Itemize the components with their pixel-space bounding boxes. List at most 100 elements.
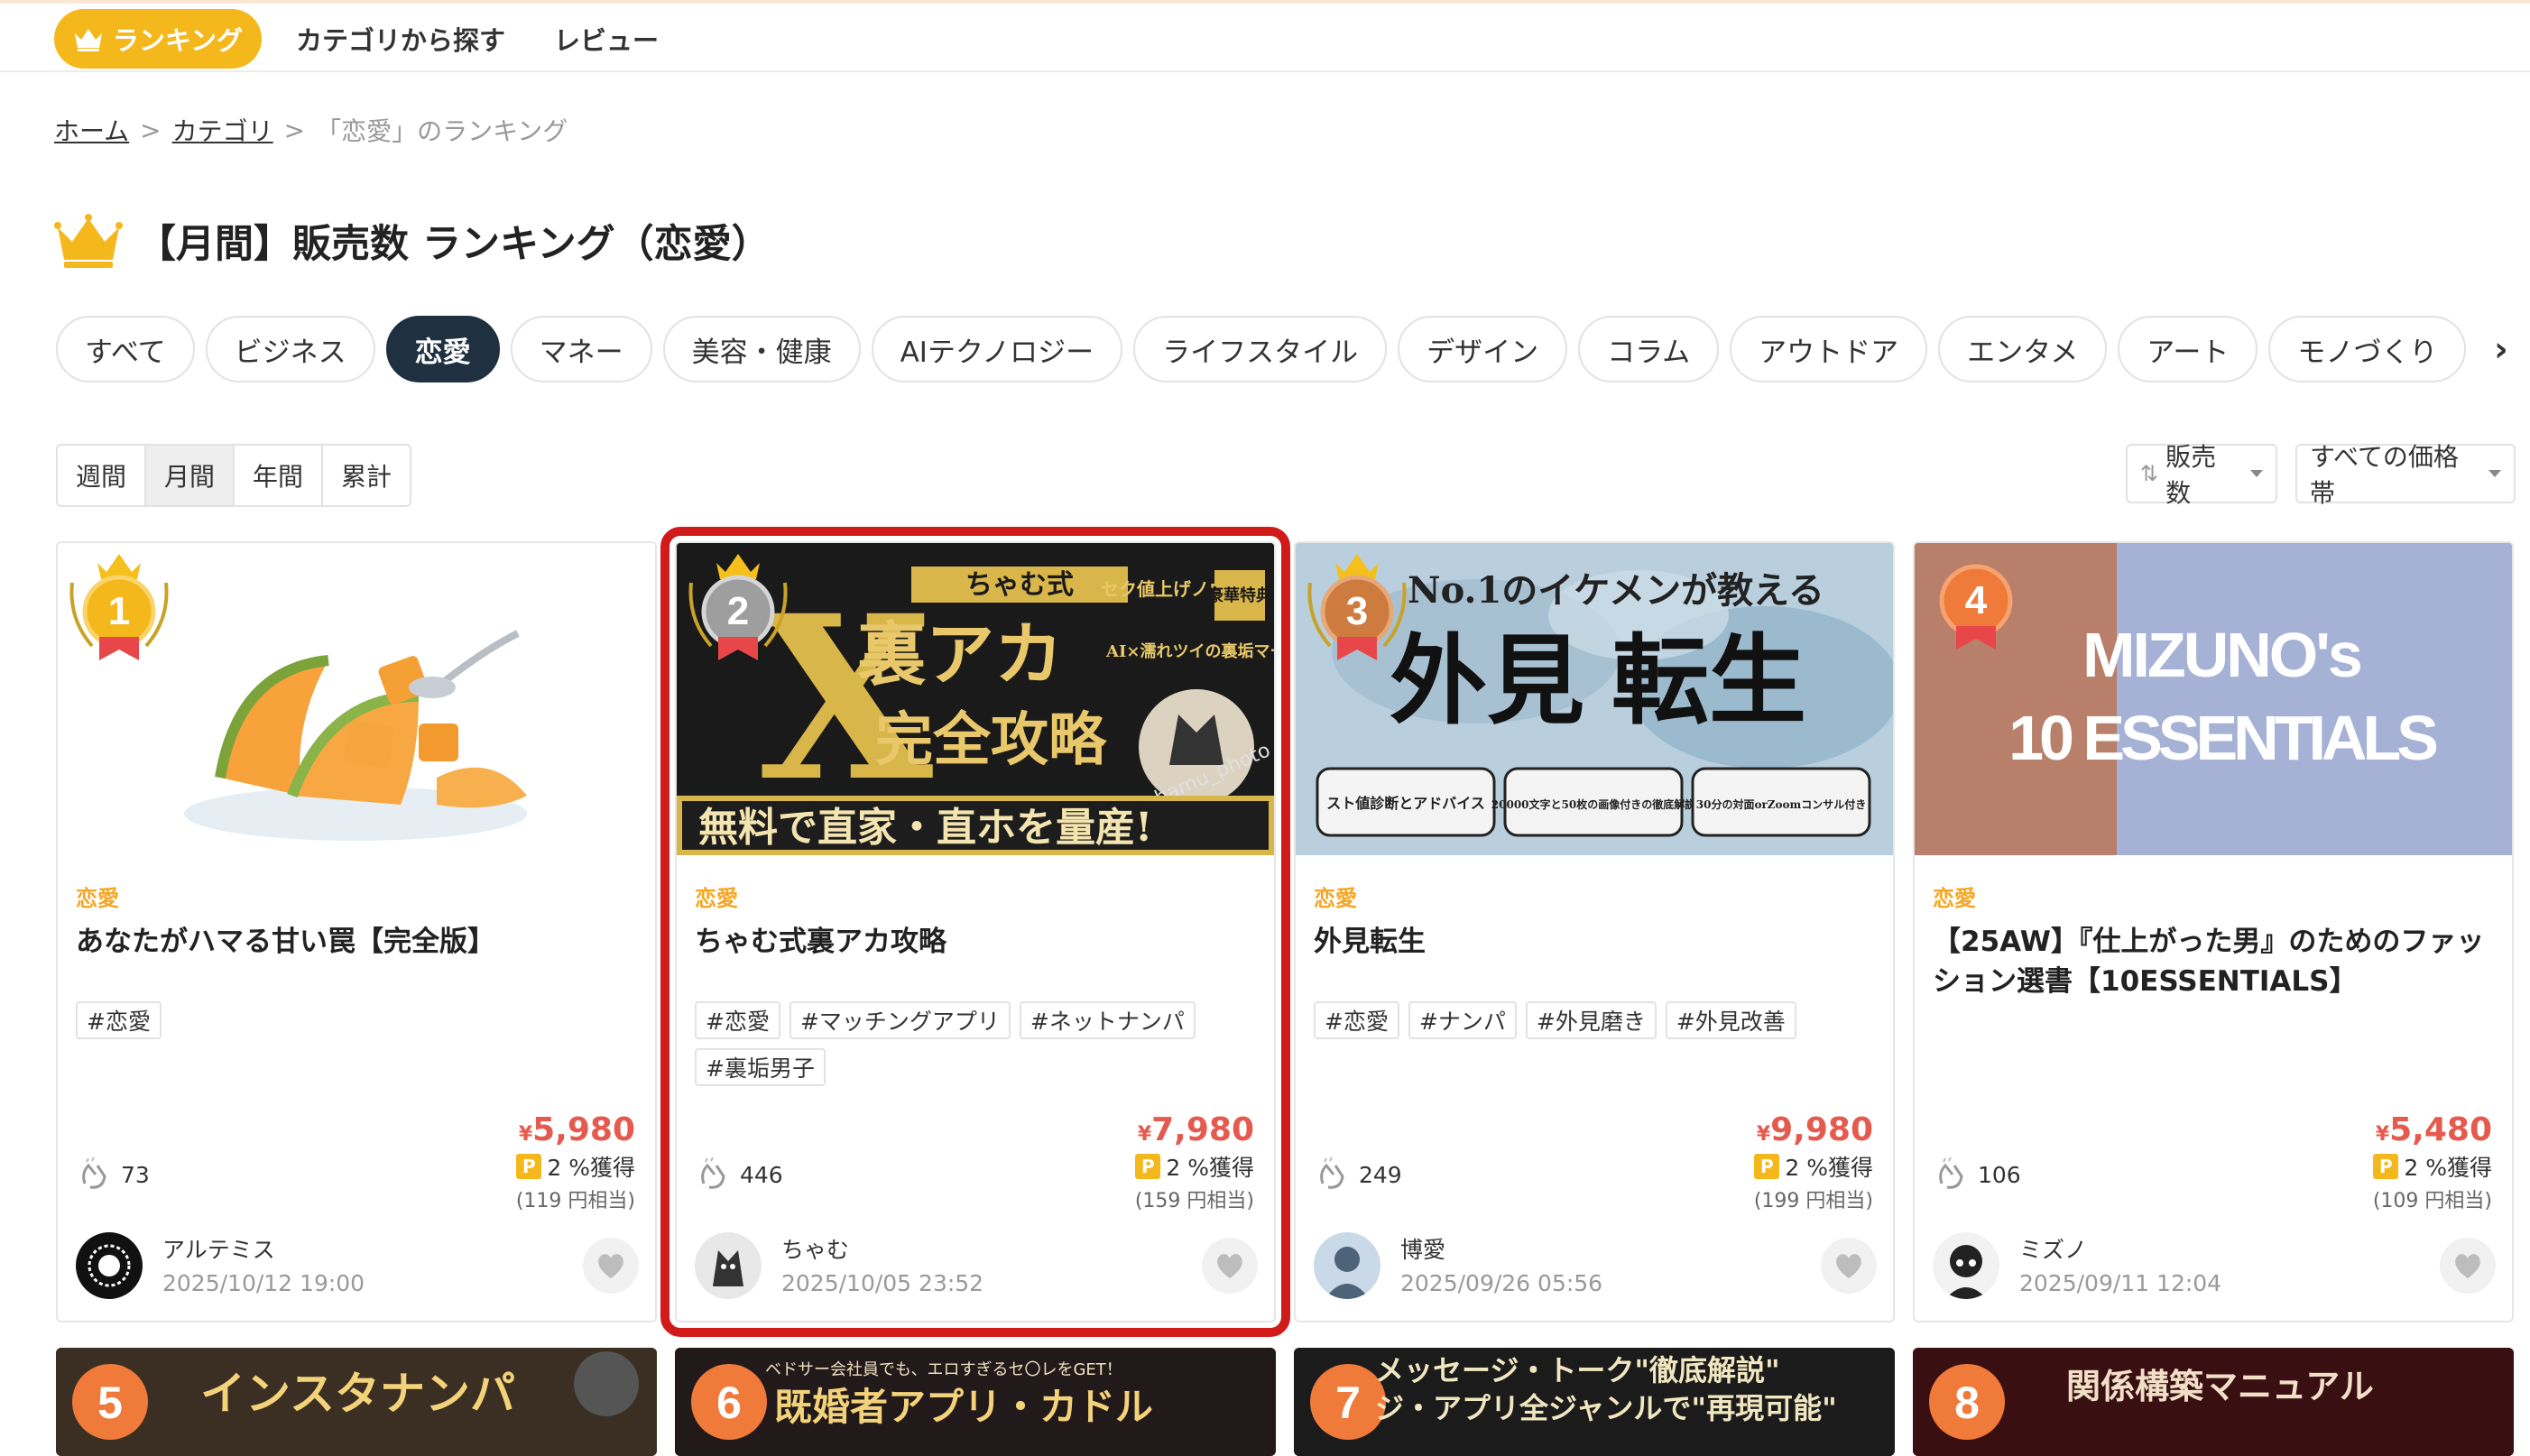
rank-badge: 4	[1922, 547, 2030, 673]
category-chip[interactable]: 美容・健康	[662, 316, 861, 382]
tag[interactable]: #ネットナンパ	[1019, 1001, 1196, 1039]
category-chip[interactable]: すべて	[56, 316, 195, 382]
tag[interactable]: #ナンパ	[1408, 1001, 1517, 1039]
card-title[interactable]: ちゃむ式裏アカ攻略	[695, 922, 1254, 962]
product-card[interactable]: ベドサー会社員でも、エロすぎるセ〇レをGET！ 6 既婚者アプリ・カドル	[675, 1348, 1276, 1456]
card-title[interactable]: 【25AW】『仕上がった男』のためのファッション選書【10ESSENTIALS】	[1933, 922, 2492, 1001]
card-category[interactable]: 恋愛	[76, 880, 119, 912]
heart-icon	[1836, 1254, 1861, 1278]
category-chip[interactable]: コラム	[1578, 316, 1720, 382]
card-category[interactable]: 恋愛	[695, 880, 738, 912]
card-tags: #恋愛	[76, 1001, 644, 1039]
rank-badge-bronze: 3	[1303, 547, 1411, 673]
thumb-text: 完全攻略	[875, 706, 1107, 774]
like-button[interactable]	[583, 1238, 639, 1294]
page-title: 【月間】販売数 ランキング（恋愛）	[137, 222, 771, 267]
avatar[interactable]	[695, 1232, 762, 1299]
publish-date: 2025/10/05 23:52	[781, 1270, 984, 1296]
author-name[interactable]: 博愛	[1400, 1232, 1445, 1265]
clap-icon	[701, 1157, 725, 1189]
thumb-text: スト値診断とアドバイス	[1326, 795, 1485, 812]
currency: ¥	[1137, 1123, 1152, 1146]
author-name[interactable]: ミズノ	[2019, 1232, 2087, 1265]
product-card[interactable]: No.1のイケメンが教える 外見 転生 スト値診断とアドバイス 20000文字と…	[1294, 541, 1895, 1322]
period-tab[interactable]: 週間	[58, 446, 147, 505]
period-tab[interactable]: 月間	[146, 446, 235, 505]
nav-review-link[interactable]: レビュー	[554, 20, 659, 58]
category-chip[interactable]: エンタメ	[1938, 316, 2108, 382]
breadcrumb-home[interactable]: ホーム	[54, 112, 129, 148]
category-chip[interactable]: アウトドア	[1730, 316, 1928, 382]
clap-icon	[82, 1157, 106, 1189]
clap-icon	[1320, 1157, 1344, 1189]
avatar[interactable]	[76, 1232, 143, 1299]
author-row: 博愛 2025/09/26 05:56	[1314, 1229, 1877, 1304]
tag[interactable]: #恋愛	[1314, 1001, 1399, 1039]
breadcrumb-category[interactable]: カテゴリ	[172, 112, 273, 148]
nav-ranking-button[interactable]: ランキング	[54, 9, 262, 69]
points-text: 2 %獲得	[547, 1155, 635, 1181]
like-button[interactable]	[1202, 1238, 1258, 1294]
author-name[interactable]: ちゃむ	[781, 1232, 849, 1265]
period-tab[interactable]: 累計	[323, 446, 410, 505]
product-card[interactable]: 1 恋愛 あなたがハマる甘い罠【完全版】 #恋愛 73 ¥5,980 P2 %獲…	[56, 541, 657, 1322]
category-chip[interactable]: マネー	[510, 316, 652, 382]
product-card[interactable]: 5 インスタナンパ	[56, 1348, 657, 1456]
card-category[interactable]: 恋愛	[1314, 880, 1357, 912]
avatar[interactable]	[1933, 1232, 1999, 1299]
period-tab[interactable]: 年間	[235, 446, 324, 505]
tag[interactable]: #恋愛	[76, 1001, 162, 1039]
clap-icon	[1939, 1157, 1963, 1189]
price-value: 9,980	[1770, 1111, 1873, 1148]
author-row: ミズノ 2025/09/11 12:04	[1933, 1229, 2496, 1304]
card-title[interactable]: 外見転生	[1314, 922, 1873, 962]
points-equivalent: (159 円相当)	[1134, 1190, 1254, 1212]
likes-value: 249	[1359, 1161, 1402, 1188]
avatar[interactable]	[1314, 1232, 1380, 1299]
product-card[interactable]: ちゃむ式 X 裏アカ 完全攻略 セク値上げノウハウ 豪華特典 AI×濡れツイの裏…	[660, 527, 1290, 1337]
crown-icon	[74, 29, 102, 51]
like-button[interactable]	[2440, 1238, 2496, 1294]
category-chip[interactable]: ビジネス	[205, 316, 375, 382]
category-chip[interactable]: 恋愛	[385, 316, 500, 382]
thumb-text: 30分の対面orZoomコンサル付き	[1696, 797, 1867, 811]
breadcrumb: ホーム > カテゴリ > 「恋愛」のランキング	[54, 112, 568, 148]
tag[interactable]: #外見改善	[1665, 1001, 1796, 1039]
thumb-text: 10 ESSENTIALS	[2008, 703, 2436, 773]
price-range-select[interactable]: すべての価格帯	[2295, 442, 2516, 508]
card-category[interactable]: 恋愛	[1933, 880, 1976, 912]
product-card[interactable]: 8 関係構築マニュアル	[1913, 1348, 2514, 1456]
likes-value: 106	[1978, 1161, 2021, 1188]
category-chip[interactable]: アート	[2118, 316, 2258, 382]
product-card[interactable]: MIZUNO's 10 ESSENTIALS 4 恋愛 【25AW】『仕上がった…	[1913, 541, 2514, 1322]
thumb-text: 転生	[1611, 624, 1806, 738]
card-title[interactable]: あなたがハマる甘い罠【完全版】	[76, 922, 635, 962]
nav-category-link[interactable]: カテゴリから探す	[296, 20, 505, 58]
product-card[interactable]: 7 メッセージ・トーク"徹底解説" ジ・アプリ全ジャンルで"再現可能"	[1294, 1348, 1895, 1456]
thumb-text: 既婚者アプリ・カドル	[774, 1385, 1153, 1429]
category-chip[interactable]: AIテクノロジー	[871, 316, 1123, 382]
author-name[interactable]: アルテミス	[162, 1232, 275, 1265]
heart-icon	[598, 1254, 623, 1278]
category-chip[interactable]: デザイン	[1398, 316, 1568, 382]
thumb-text: インスタナンパ	[200, 1367, 515, 1420]
thumb-text: 20000文字と50枚の画像付きの徹底解説	[1491, 797, 1695, 811]
tag[interactable]: #外見磨き	[1525, 1001, 1657, 1039]
category-chip-bar: すべて ビジネス 恋愛 マネー 美容・健康 AIテクノロジー ライフスタイル デザイン コラムア…	[56, 316, 2510, 384]
points-icon: P	[1754, 1154, 1780, 1179]
thumb-text: AI×濡れツイの裏垢マーケ戦略	[1105, 641, 1274, 661]
author-row: アルテミス 2025/10/12 19:00	[76, 1229, 639, 1304]
like-button[interactable]	[1821, 1238, 1877, 1294]
sort-by-select[interactable]: ⇅ 販売数	[2126, 442, 2277, 508]
tag[interactable]: #裏垢男子	[695, 1048, 826, 1086]
likes-count: 106	[1933, 1157, 2021, 1193]
category-chip[interactable]: モノづくり	[2268, 316, 2467, 382]
tag[interactable]: #恋愛	[695, 1001, 780, 1039]
thumb-text: 関係構築マニュアル	[2066, 1366, 2374, 1406]
tag[interactable]: #マッチングアプリ	[789, 1001, 1011, 1039]
rank-number: 8	[1954, 1378, 1980, 1428]
rank-number: 7	[1335, 1378, 1361, 1428]
chevron-right-icon[interactable]: ›	[2472, 316, 2530, 382]
card-tags: #恋愛 #マッチングアプリ #ネットナンパ #裏垢男子	[695, 1001, 1263, 1086]
category-chip[interactable]: ライフスタイル	[1133, 316, 1388, 382]
